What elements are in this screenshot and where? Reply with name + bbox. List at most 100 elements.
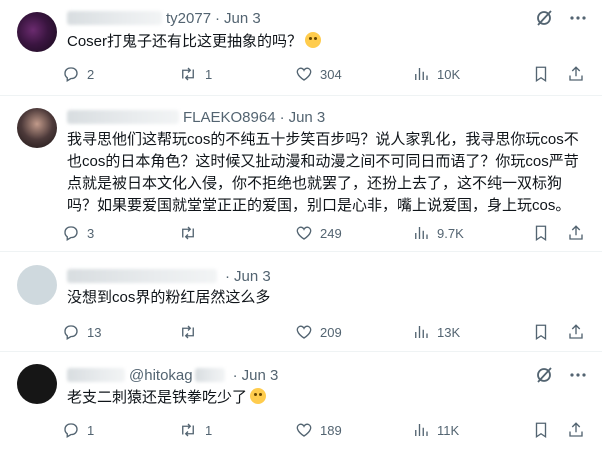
view-count: 13K bbox=[437, 324, 461, 340]
reply-count: 2 bbox=[87, 66, 95, 82]
reply-icon bbox=[64, 67, 78, 82]
avatar[interactable] bbox=[17, 108, 57, 148]
separator-dot: · bbox=[225, 267, 230, 285]
tweet-1[interactable]: ty2077 · Jun 3 Coser打鬼子还有比这更抽象的吗？ 2 1 30… bbox=[0, 0, 602, 96]
retweet-button[interactable]: 1 bbox=[178, 65, 212, 83]
retweet-button[interactable]: 1 bbox=[178, 421, 212, 439]
reply-count: 13 bbox=[87, 324, 102, 340]
timestamp[interactable]: Jun 3 bbox=[234, 268, 271, 285]
share-icon bbox=[569, 225, 583, 240]
like-count: 209 bbox=[320, 324, 342, 340]
action-bar: 13 209 13K bbox=[62, 321, 583, 343]
retweet-button[interactable] bbox=[178, 323, 205, 341]
tweet-text-content: 没想到cos界的粉红居然这么多 bbox=[67, 289, 271, 306]
tweet-text-content: Coser打鬼子还有比这更抽象的吗？ bbox=[67, 33, 303, 50]
views-button[interactable]: 9.7K bbox=[412, 224, 464, 242]
like-count: 304 bbox=[320, 66, 342, 82]
view-count: 11K bbox=[437, 422, 460, 438]
tweet-2[interactable]: FLAEKO8964 · Jun 3 我寻思他们这帮玩cos的不纯五十步笑百步吗… bbox=[0, 96, 602, 252]
share-icon bbox=[569, 324, 583, 339]
tweet-header: · Jun 3 bbox=[67, 266, 271, 286]
timestamp[interactable]: Jun 3 bbox=[242, 367, 279, 384]
tweet-text: 没想到cos界的粉红居然这么多 bbox=[67, 287, 587, 309]
action-bar: 1 1 189 11K bbox=[62, 419, 583, 441]
share-icon bbox=[569, 66, 583, 81]
views-button[interactable]: 10K bbox=[412, 65, 460, 83]
view-count: 10K bbox=[437, 66, 461, 82]
separator-dot: · bbox=[232, 366, 238, 384]
like-button[interactable]: 189 bbox=[295, 421, 342, 439]
reply-icon bbox=[64, 423, 78, 438]
tweet-header: @hitokag · Jun 3 bbox=[67, 365, 278, 385]
rofl-emoji-icon bbox=[250, 388, 267, 404]
avatar[interactable] bbox=[17, 364, 57, 404]
reply-button[interactable]: 13 bbox=[62, 323, 101, 341]
retweet-button[interactable] bbox=[178, 224, 205, 242]
separator-dot: · bbox=[215, 9, 221, 27]
handle[interactable]: FLAEKO8964 bbox=[183, 109, 276, 126]
share-button[interactable] bbox=[567, 323, 585, 341]
grok-icon[interactable] bbox=[534, 8, 554, 28]
avatar[interactable] bbox=[17, 265, 57, 305]
retweet-icon bbox=[182, 423, 194, 437]
bookmark-button[interactable] bbox=[532, 224, 550, 242]
action-bar: 2 1 304 10K bbox=[62, 63, 583, 85]
tweet-4[interactable]: @hitokag · Jun 3 老支二刺猿还是铁拳吃少了 1 1 189 11… bbox=[0, 352, 602, 456]
separator-dot: · bbox=[279, 108, 285, 126]
retweet-icon bbox=[182, 325, 194, 339]
reply-button[interactable]: 1 bbox=[62, 421, 94, 439]
bookmark-icon bbox=[535, 225, 547, 242]
more-icon[interactable] bbox=[568, 8, 588, 28]
redacted-name bbox=[67, 368, 125, 382]
heart-icon bbox=[296, 325, 312, 339]
like-button[interactable]: 249 bbox=[295, 224, 342, 242]
tweet-3[interactable]: · Jun 3 没想到cos界的粉红居然这么多 13 209 13K bbox=[0, 252, 602, 352]
bookmark-icon bbox=[535, 66, 547, 83]
tweet-text: Coser打鬼子还有比这更抽象的吗？ bbox=[67, 31, 587, 53]
retweet-icon bbox=[182, 226, 194, 240]
handle[interactable]: ty2077 bbox=[166, 10, 211, 27]
reply-icon bbox=[64, 226, 78, 241]
views-icon bbox=[415, 326, 428, 338]
share-button[interactable] bbox=[567, 65, 585, 83]
avatar[interactable] bbox=[17, 12, 57, 52]
grok-icon[interactable] bbox=[534, 365, 554, 385]
bookmark-button[interactable] bbox=[532, 421, 550, 439]
views-button[interactable]: 11K bbox=[412, 421, 459, 439]
like-count: 189 bbox=[320, 422, 342, 438]
timestamp[interactable]: Jun 3 bbox=[224, 10, 261, 27]
share-button[interactable] bbox=[567, 224, 585, 242]
views-button[interactable]: 13K bbox=[412, 323, 460, 341]
top-right-actions bbox=[534, 365, 588, 385]
handle[interactable]: @hitokag bbox=[129, 367, 193, 384]
redacted-handle-part bbox=[194, 368, 225, 382]
redacted-name bbox=[67, 110, 179, 124]
more-icon[interactable] bbox=[568, 365, 588, 385]
tweet-text: 老支二刺猿还是铁拳吃少了 bbox=[67, 387, 587, 409]
heart-icon bbox=[296, 226, 312, 240]
like-button[interactable]: 304 bbox=[295, 65, 342, 83]
action-bar: 3 249 9.7K bbox=[62, 222, 583, 244]
reply-icon bbox=[64, 325, 78, 340]
views-icon bbox=[415, 424, 428, 436]
heart-icon bbox=[296, 423, 312, 437]
retweet-icon bbox=[182, 67, 194, 81]
like-count: 249 bbox=[320, 225, 342, 241]
views-icon bbox=[415, 68, 428, 80]
reply-count: 3 bbox=[87, 225, 95, 241]
bookmark-icon bbox=[535, 324, 547, 341]
share-button[interactable] bbox=[567, 421, 585, 439]
views-icon bbox=[415, 227, 428, 239]
timestamp[interactable]: Jun 3 bbox=[289, 109, 326, 126]
bookmark-button[interactable] bbox=[532, 65, 550, 83]
redacted-name bbox=[67, 269, 217, 283]
tweet-header: ty2077 · Jun 3 bbox=[67, 8, 261, 28]
reply-count: 1 bbox=[87, 422, 95, 438]
reply-button[interactable]: 3 bbox=[62, 224, 94, 242]
redacted-name bbox=[67, 11, 162, 25]
view-count: 9.7K bbox=[437, 225, 464, 241]
sweat-smile-emoji-icon bbox=[305, 32, 322, 48]
bookmark-button[interactable] bbox=[532, 323, 550, 341]
like-button[interactable]: 209 bbox=[295, 323, 342, 341]
reply-button[interactable]: 2 bbox=[62, 65, 94, 83]
